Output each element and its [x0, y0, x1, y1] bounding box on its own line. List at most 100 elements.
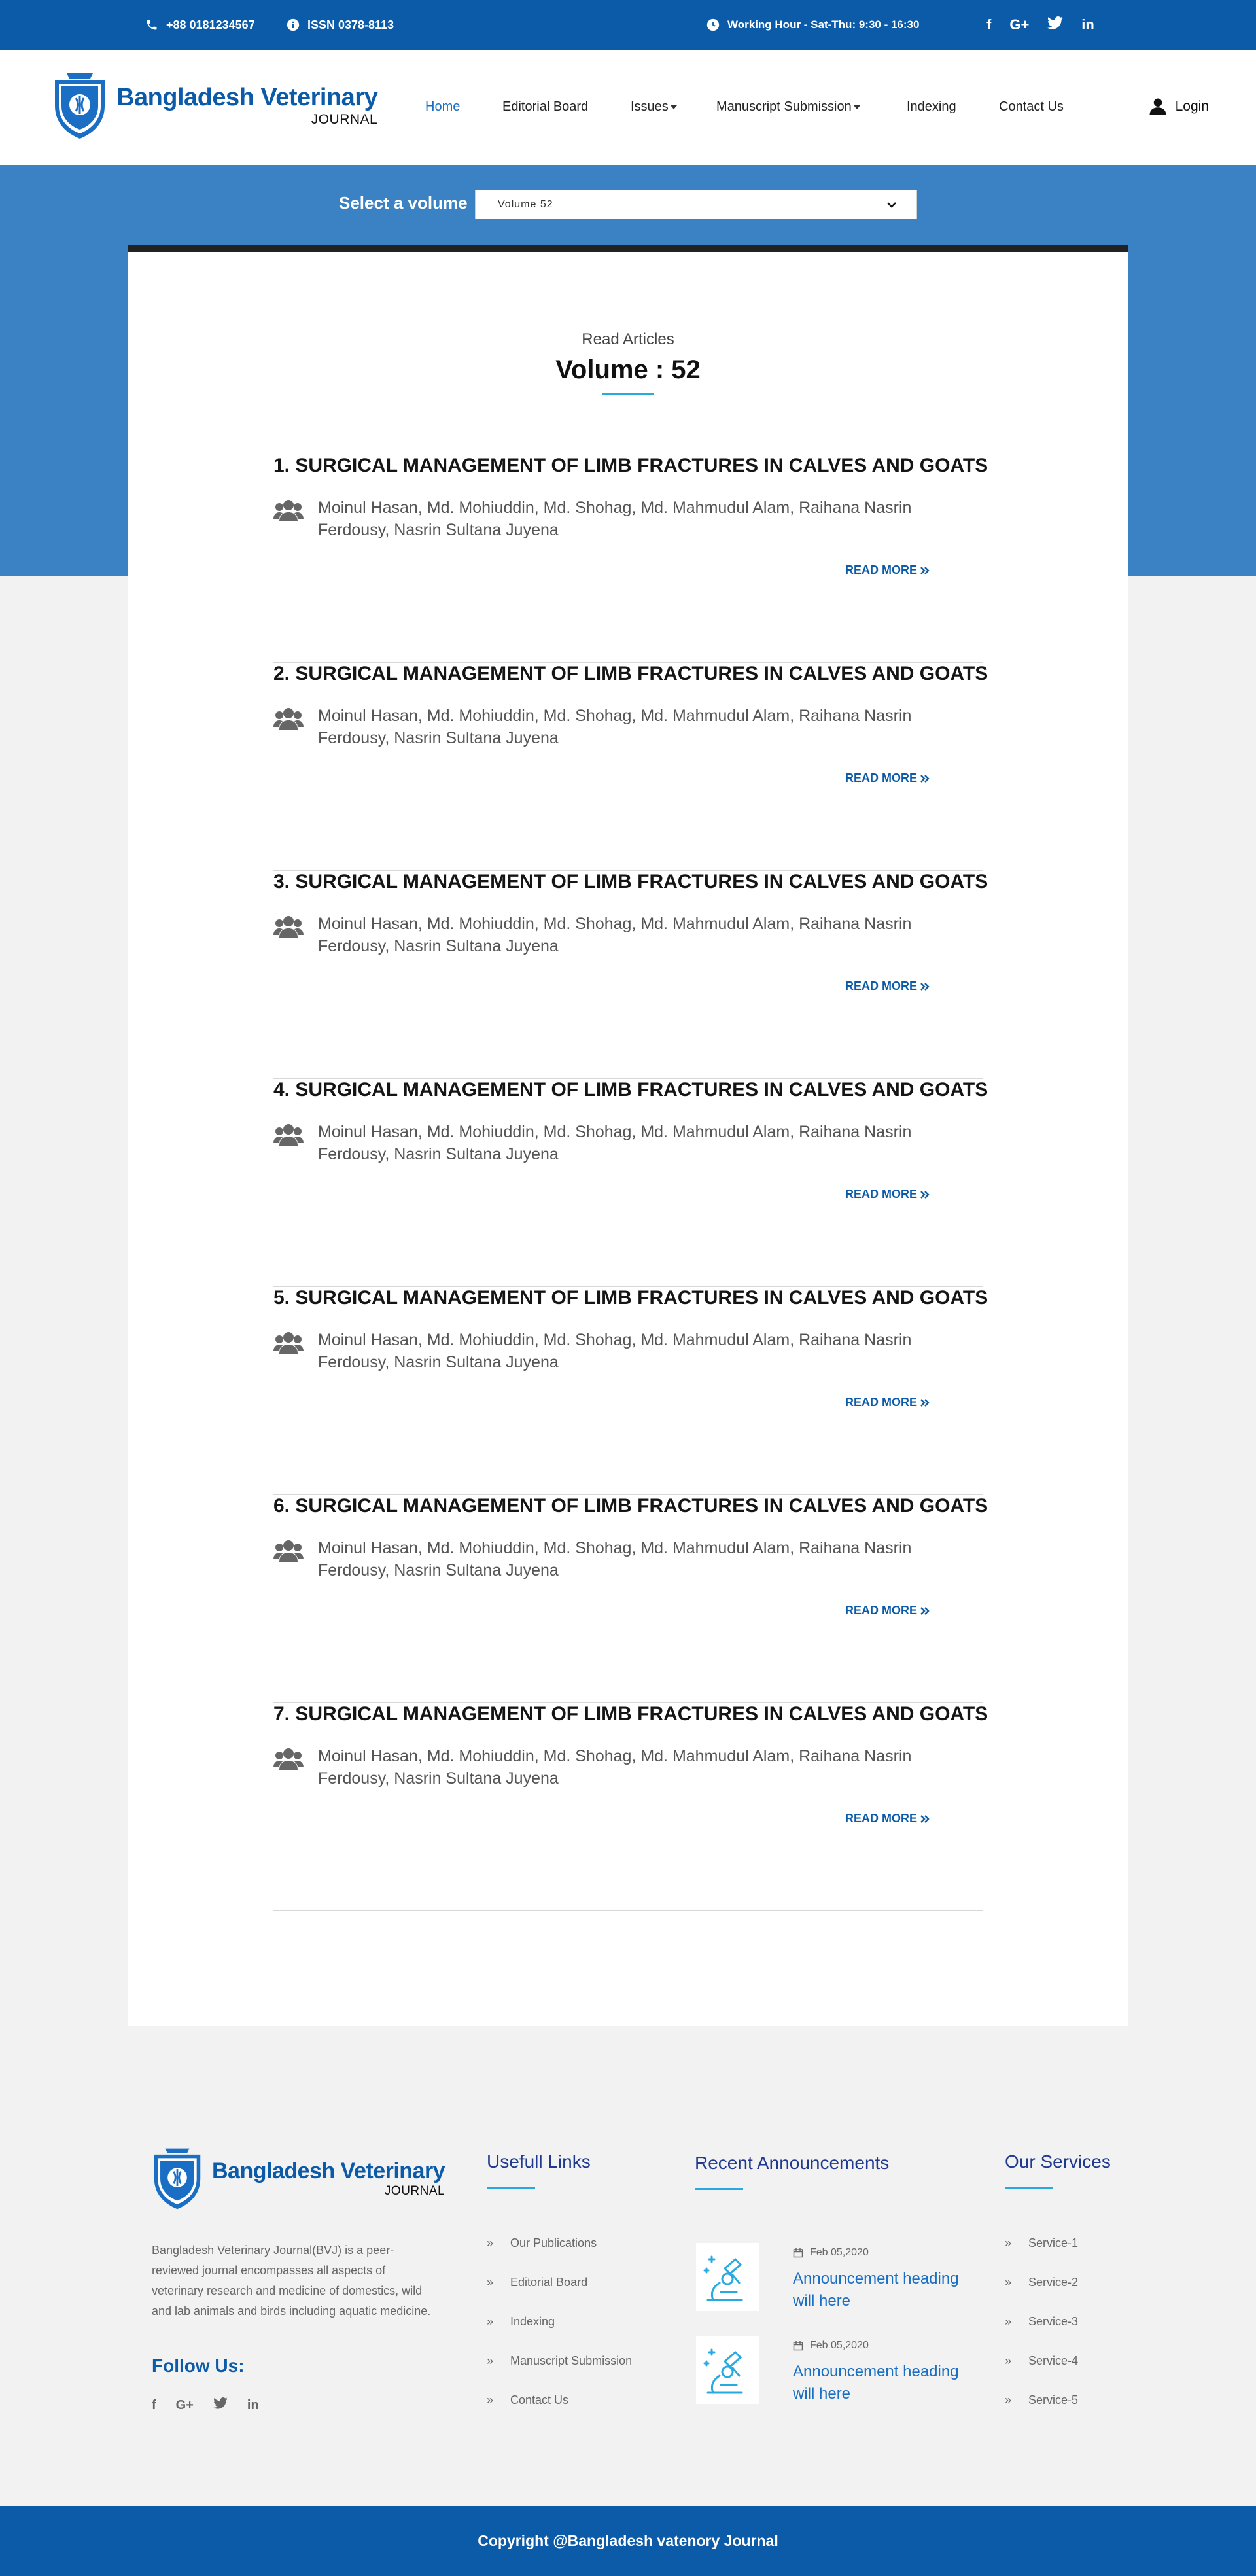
article-title[interactable]: 5. SURGICAL MANAGEMENT OF LIMB FRACTURES… — [273, 1287, 988, 1309]
useful-link-item[interactable]: » Manuscript Submission — [487, 2354, 632, 2368]
read-more-link[interactable]: READ MORE — [845, 979, 930, 993]
announcement-heading[interactable]: Announcement heading will here — [793, 2361, 969, 2405]
volume-select-label: Select a volume — [339, 193, 468, 213]
useful-link-label: Editorial Board — [510, 2276, 588, 2289]
announcement-item[interactable]: Feb 05,2020 Announcement heading will her… — [696, 2243, 971, 2316]
user-icon — [1149, 98, 1166, 115]
read-more-label: READ MORE — [845, 771, 918, 785]
double-chevron-right-icon: » — [1005, 2276, 1012, 2289]
read-more-link[interactable]: READ MORE — [845, 1396, 930, 1409]
double-chevron-right-icon — [920, 1606, 930, 1615]
info-icon — [287, 18, 300, 31]
footer-about: Bangladesh Veterinary Journal(BVJ) is a … — [152, 2244, 431, 2318]
article-title[interactable]: 7. SURGICAL MANAGEMENT OF LIMB FRACTURES… — [273, 1703, 988, 1725]
nav-editorial-board[interactable]: Editorial Board — [502, 99, 588, 115]
linkedin-icon[interactable]: in — [247, 2398, 259, 2413]
useful-link-item[interactable]: » Indexing — [487, 2315, 555, 2329]
heading-underline — [1005, 2187, 1053, 2189]
useful-link-label: Indexing — [510, 2315, 555, 2328]
double-chevron-right-icon — [920, 1814, 930, 1823]
read-more-link[interactable]: READ MORE — [845, 1188, 930, 1201]
read-more-link[interactable]: READ MORE — [845, 1604, 930, 1617]
article-authors: Moinul Hasan, Md. Mohiuddin, Md. Shohag,… — [318, 1539, 912, 1579]
footer-logo[interactable]: Bangladesh Veterinary JOURNAL — [149, 2145, 445, 2212]
login-label: Login — [1175, 99, 1209, 114]
nav-manuscript-submission[interactable]: Manuscript Submission — [716, 99, 860, 115]
announcement-heading[interactable]: Announcement heading will here — [793, 2268, 969, 2312]
read-more-label: READ MORE — [845, 1188, 918, 1201]
service-item[interactable]: » Service-4 — [1005, 2354, 1078, 2368]
useful-link-label: Manuscript Submission — [510, 2354, 633, 2367]
logo-subtitle: JOURNAL — [311, 111, 378, 127]
article-authors: Moinul Hasan, Md. Mohiuddin, Md. Shohag,… — [318, 499, 912, 539]
users-icon — [273, 708, 304, 730]
twitter-icon[interactable] — [213, 2397, 228, 2413]
copyright-bar: Copyright @Bangladesh vatenory Journal — [0, 2506, 1256, 2576]
service-item[interactable]: » Service-1 — [1005, 2236, 1078, 2250]
useful-link-item[interactable]: » Contact Us — [487, 2393, 568, 2407]
article-title[interactable]: 3. SURGICAL MANAGEMENT OF LIMB FRACTURES… — [273, 871, 988, 893]
article-authors: Moinul Hasan, Md. Mohiuddin, Md. Shohag,… — [318, 915, 912, 955]
service-item[interactable]: » Service-2 — [1005, 2276, 1078, 2289]
volume-select[interactable]: Volume 52 — [475, 190, 917, 219]
article-title[interactable]: 4. SURGICAL MANAGEMENT OF LIMB FRACTURES… — [273, 1079, 988, 1101]
announcement-item[interactable]: Feb 05,2020 Announcement heading will her… — [696, 2336, 971, 2409]
double-chevron-right-icon — [920, 1190, 930, 1199]
useful-link-item[interactable]: » Our Publications — [487, 2236, 597, 2250]
calendar-icon — [793, 2248, 803, 2258]
article-title[interactable]: 2. SURGICAL MANAGEMENT OF LIMB FRACTURES… — [273, 663, 988, 685]
nav-issues[interactable]: Issues — [631, 99, 677, 115]
follow-us-heading: Follow Us: — [152, 2355, 245, 2376]
useful-link-label: Contact Us — [510, 2393, 569, 2407]
article-title[interactable]: 1. SURGICAL MANAGEMENT OF LIMB FRACTURES… — [273, 455, 988, 477]
useful-link-item[interactable]: » Editorial Board — [487, 2276, 587, 2289]
top-bar: +88 0181234567 ISSN 0378-8113 Working Ho… — [0, 0, 1256, 50]
service-item[interactable]: » Service-3 — [1005, 2315, 1078, 2329]
users-icon — [273, 1124, 304, 1146]
service-item[interactable]: » Service-5 — [1005, 2393, 1078, 2407]
nav-issues-label: Issues — [631, 99, 669, 114]
title-underline — [602, 393, 654, 395]
site-logo[interactable]: Bangladesh Veterinary JOURNAL — [50, 69, 378, 141]
users-icon — [273, 500, 304, 521]
phone-icon — [147, 20, 157, 30]
announcement-thumbnail — [696, 2243, 759, 2311]
announcement-date: Feb 05,2020 — [793, 2247, 869, 2259]
read-more-label: READ MORE — [845, 1812, 918, 1825]
service-label: Service-1 — [1028, 2236, 1079, 2250]
footer-social-links: f G+ in — [152, 2397, 259, 2413]
nav-indexing[interactable]: Indexing — [907, 99, 956, 115]
double-chevron-right-icon — [920, 1398, 930, 1407]
twitter-icon[interactable] — [1047, 16, 1064, 33]
login-button[interactable]: Login — [1148, 97, 1209, 116]
issn-text: ISSN 0378-8113 — [307, 18, 394, 31]
facebook-icon[interactable]: f — [986, 16, 991, 33]
article-item: 1. SURGICAL MANAGEMENT OF LIMB FRACTURES… — [273, 455, 988, 663]
users-icon — [273, 1748, 304, 1770]
site-footer: Bangladesh Veterinary JOURNAL Bangladesh… — [0, 2049, 1256, 2507]
article-item: 4. SURGICAL MANAGEMENT OF LIMB FRACTURES… — [273, 1079, 988, 1287]
service-label: Service-5 — [1028, 2393, 1079, 2407]
read-more-label: READ MORE — [845, 563, 918, 576]
read-more-link[interactable]: READ MORE — [845, 1812, 930, 1826]
issn-info: ISSN 0378-8113 — [287, 0, 394, 50]
article-item: 5. SURGICAL MANAGEMENT OF LIMB FRACTURES… — [273, 1287, 988, 1495]
double-chevron-right-icon: » — [487, 2354, 494, 2367]
nav-contact-us[interactable]: Contact Us — [999, 99, 1064, 115]
linkedin-icon[interactable]: in — [1081, 16, 1094, 33]
facebook-icon[interactable]: f — [152, 2398, 156, 2413]
nav-home[interactable]: Home — [425, 99, 460, 115]
calendar-icon — [793, 2341, 803, 2351]
announcements-heading: Recent Announcements — [695, 2153, 890, 2173]
double-chevron-right-icon: » — [1005, 2236, 1012, 2250]
article-title[interactable]: 6. SURGICAL MANAGEMENT OF LIMB FRACTURES… — [273, 1495, 988, 1517]
read-more-link[interactable]: READ MORE — [845, 771, 930, 785]
google-plus-icon[interactable]: G+ — [1009, 16, 1029, 33]
read-more-link[interactable]: READ MORE — [845, 563, 930, 577]
google-plus-icon[interactable]: G+ — [176, 2398, 194, 2413]
article-item: 7. SURGICAL MANAGEMENT OF LIMB FRACTURES… — [273, 1703, 988, 1911]
microscope-icon — [703, 2255, 743, 2301]
read-more-label: READ MORE — [845, 1396, 918, 1409]
article-authors: Moinul Hasan, Md. Mohiuddin, Md. Shohag,… — [318, 1331, 912, 1371]
logo-title: Bangladesh Veterinary — [116, 83, 378, 111]
